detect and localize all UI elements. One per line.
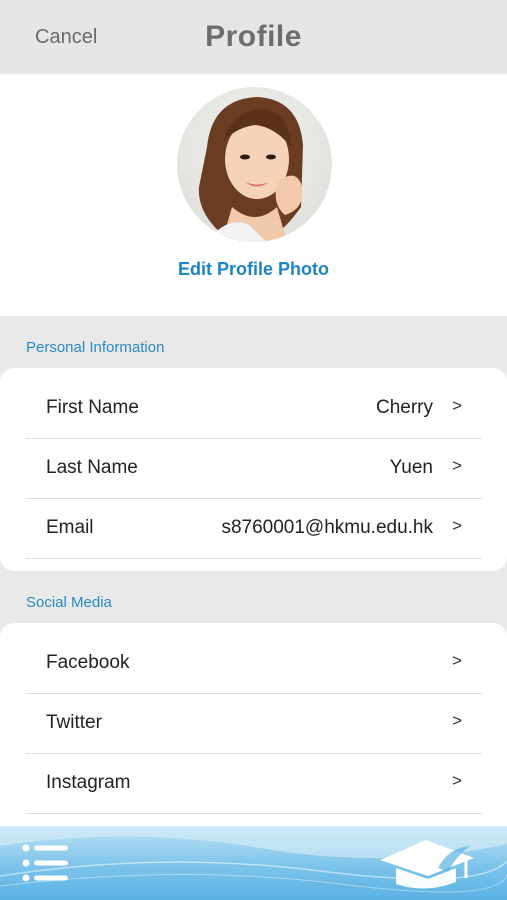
bottom-bar [0, 826, 507, 900]
chevron-right-icon: > [452, 711, 462, 730]
row-label: Facebook [46, 652, 130, 673]
row-label: Instagram [46, 772, 131, 793]
chevron-right-icon: > [452, 456, 462, 475]
row-label: First Name [46, 397, 139, 418]
chevron-right-icon: > [452, 771, 462, 790]
hamburger-list-icon[interactable] [22, 844, 68, 887]
row-label: Twitter [46, 712, 102, 733]
instagram-row[interactable]: Instagram > [26, 753, 482, 814]
page-title: Profile [205, 20, 302, 53]
last-name-row[interactable]: Last Name Yuen > [26, 438, 482, 499]
profile-avatar[interactable] [177, 87, 332, 242]
first-name-row[interactable]: First Name Cherry > [26, 378, 482, 439]
last-name-value: Yuen [389, 457, 433, 478]
row-label: Last Name [46, 457, 138, 478]
chevron-right-icon: > [452, 396, 462, 415]
twitter-row[interactable]: Twitter > [26, 693, 482, 754]
personal-information-heading: Personal Information [26, 339, 165, 356]
avatar-image [177, 87, 332, 242]
first-name-value: Cherry [375, 397, 433, 418]
email-row[interactable]: Email s8760001@hkmu.edu.hk > [26, 498, 482, 559]
facebook-row[interactable]: Facebook > [26, 633, 482, 694]
row-label: Email [46, 517, 94, 538]
edit-profile-photo-link[interactable]: Edit Profile Photo [0, 259, 507, 280]
graduation-cap-logo-icon [378, 838, 478, 895]
profile-photo-section: Edit Profile Photo [0, 74, 507, 316]
email-value: s8760001@hkmu.edu.hk [221, 517, 433, 538]
personal-information-card: First Name Cherry > Last Name Yuen > Ema… [0, 368, 507, 571]
social-media-card: Facebook > Twitter > Instagram > [0, 623, 507, 843]
top-bar: Cancel Profile [0, 0, 507, 74]
social-media-heading: Social Media [26, 594, 112, 611]
chevron-right-icon: > [452, 651, 462, 670]
chevron-right-icon: > [452, 516, 462, 535]
